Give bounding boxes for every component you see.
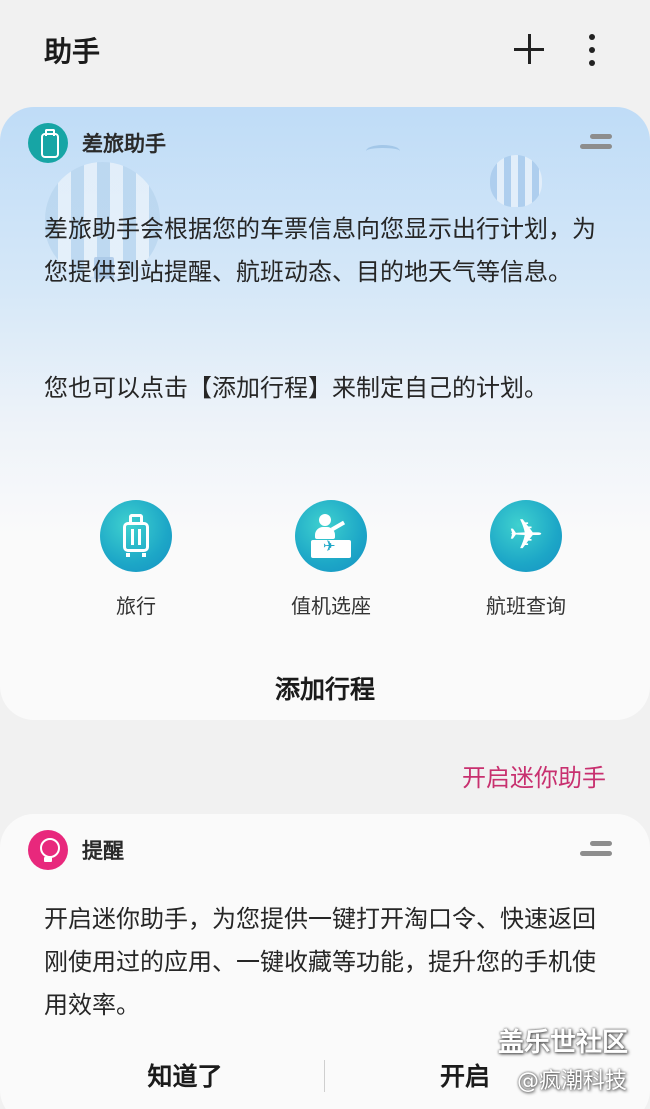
card-title: 提醒	[82, 839, 124, 863]
dismiss-button[interactable]: 知道了	[110, 1054, 260, 1099]
page-title: 助手	[44, 35, 101, 68]
top-bar: 助手	[0, 0, 650, 100]
shortcut-label: 航班查询	[486, 594, 566, 618]
travel-tip: 您也可以点击【添加行程】来制定自己的计划。	[44, 374, 548, 402]
plus-icon[interactable]	[508, 28, 550, 70]
shortcut-label: 值机选座	[291, 594, 371, 618]
card-title: 差旅助手	[82, 132, 166, 156]
lightbulb-icon	[28, 830, 68, 870]
add-trip-button[interactable]: 添加行程	[225, 670, 425, 710]
divider	[324, 1060, 325, 1092]
airplane-icon: ✈	[490, 500, 562, 572]
drag-handle-icon[interactable]	[580, 839, 616, 859]
watermark-author: @疯潮科技	[517, 1069, 628, 1094]
suitcase-icon	[28, 123, 68, 163]
check-in-counter-icon	[295, 500, 367, 572]
shortcut-label: 旅行	[116, 594, 156, 618]
bird-illustration	[366, 145, 400, 157]
reminder-description: 开启迷你助手，为您提供一键打开淘口令、快速返回刚使用过的应用、一键收藏等功能，提…	[44, 905, 596, 1019]
travel-assistant-card: 差旅助手 差旅助手会根据您的车票信息向您显示出行计划，为您提供到站提醒、航班动态…	[0, 107, 650, 720]
more-vertical-icon[interactable]	[580, 30, 604, 70]
enable-mini-assistant-link[interactable]: 开启迷你助手	[400, 758, 606, 793]
watermark-community: 盖乐世社区	[498, 1028, 629, 1058]
suitcase-icon	[100, 500, 172, 572]
shortcut-travel[interactable]: 旅行	[61, 500, 211, 625]
small-balloon-illustration	[490, 155, 542, 207]
shortcut-check-in[interactable]: 值机选座	[256, 500, 406, 625]
drag-handle-icon[interactable]	[580, 132, 616, 152]
shortcut-flight-search[interactable]: ✈ 航班查询	[451, 500, 601, 625]
travel-description: 差旅助手会根据您的车票信息向您显示出行计划，为您提供到站提醒、航班动态、目的地天…	[44, 215, 596, 286]
